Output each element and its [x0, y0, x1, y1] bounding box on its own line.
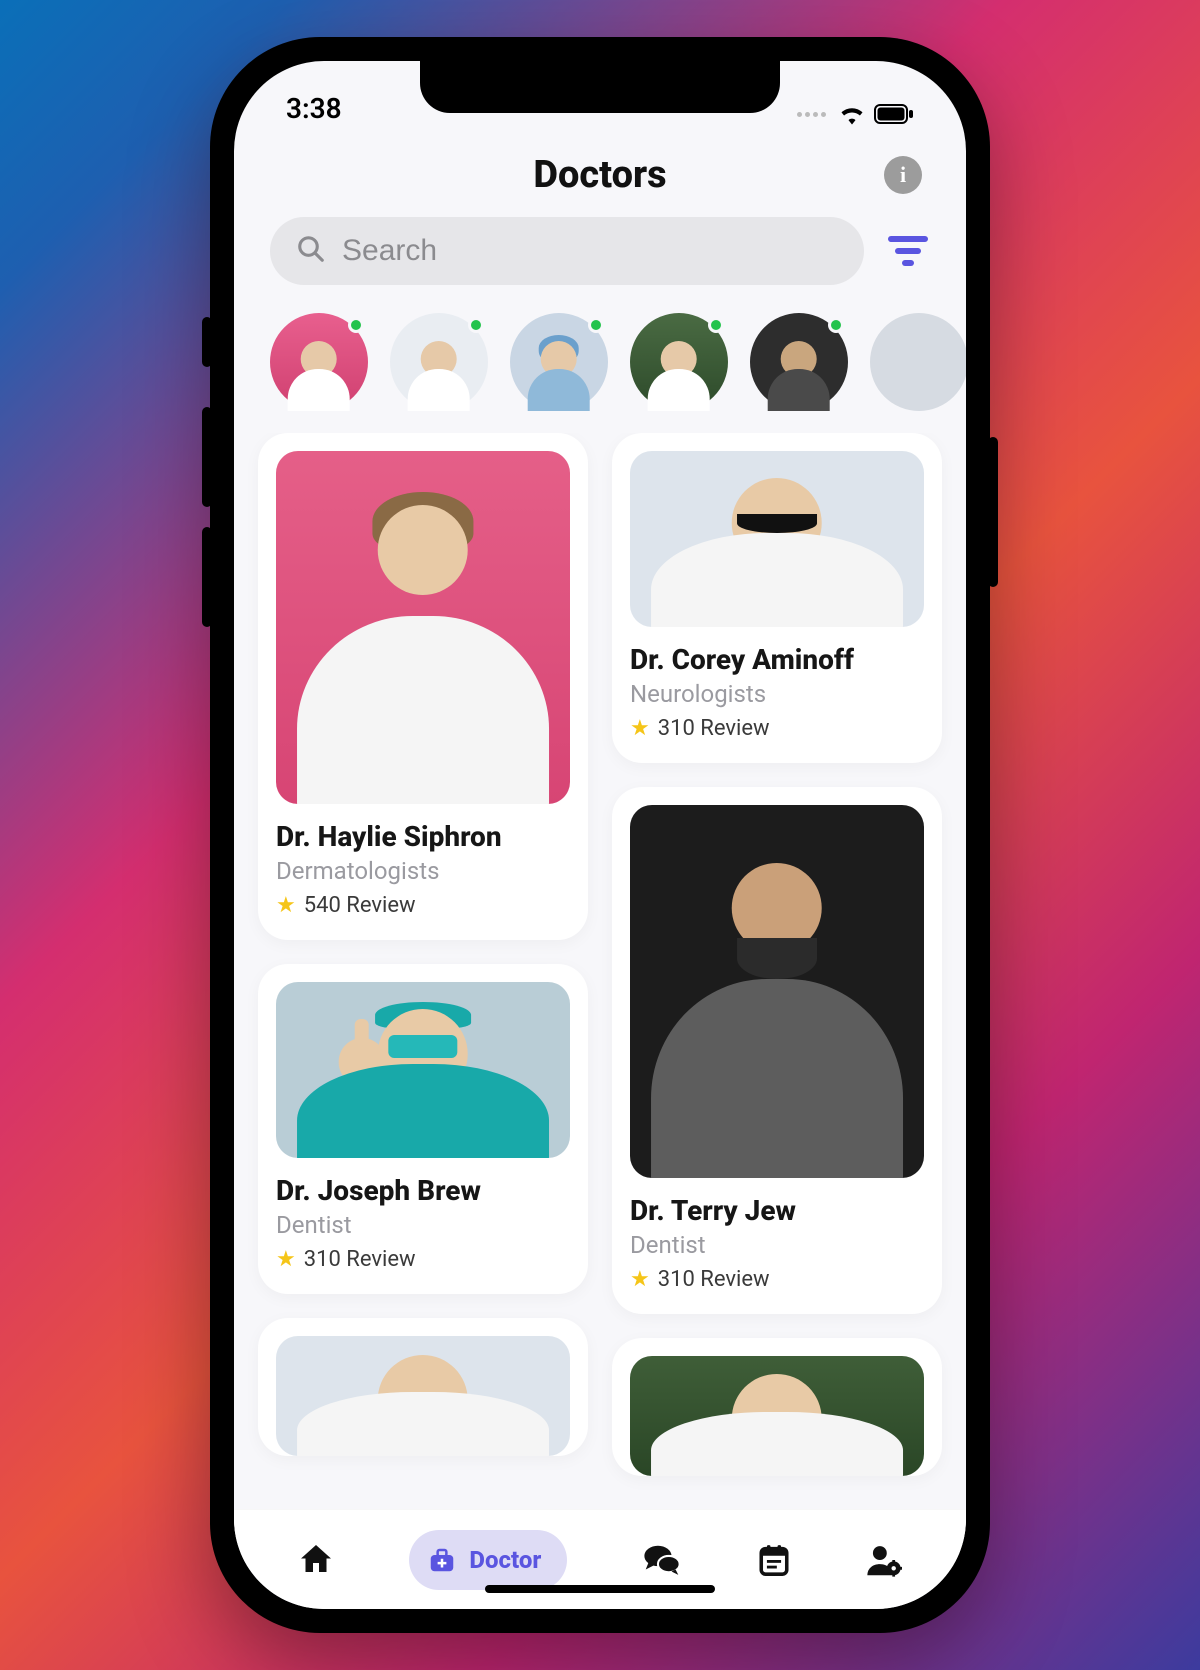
star-icon: ★ — [276, 1247, 296, 1272]
doctor-photo — [630, 805, 924, 1177]
online-doctors-strip[interactable] — [234, 303, 966, 433]
doctor-reviews: ★310 Review — [630, 1267, 924, 1292]
volume-down-button — [202, 527, 212, 627]
page-title: Doctors — [533, 153, 666, 197]
side-button — [202, 317, 212, 367]
status-time: 3:38 — [286, 92, 342, 125]
doctor-reviews: ★310 Review — [630, 716, 924, 741]
phone-frame: 3:38 Doctors i — [210, 37, 990, 1633]
doctor-photo — [276, 1336, 570, 1456]
nav-doctor-label: Doctor — [469, 1546, 541, 1574]
doctor-reviews: ★310 Review — [276, 1247, 570, 1272]
star-icon: ★ — [630, 716, 650, 741]
bottom-nav: Doctor — [234, 1509, 966, 1609]
volume-up-button — [202, 407, 212, 507]
online-dot-icon — [468, 317, 484, 333]
search-icon — [296, 234, 326, 268]
home-icon — [298, 1542, 334, 1578]
story-avatar[interactable] — [870, 313, 966, 411]
status-icons — [797, 103, 914, 125]
nav-home[interactable] — [298, 1542, 334, 1578]
doctor-name: Dr. Haylie Siphron — [276, 820, 570, 853]
doctor-card[interactable]: Dr. Terry Jew Dentist ★310 Review — [612, 787, 942, 1313]
profile-settings-icon — [866, 1543, 902, 1577]
online-dot-icon — [828, 317, 844, 333]
power-button — [988, 437, 998, 587]
notch — [420, 61, 780, 113]
nav-calendar[interactable] — [757, 1543, 791, 1577]
doctor-reviews: ★540 Review — [276, 893, 570, 918]
doctor-card-partial[interactable] — [612, 1338, 942, 1476]
search-row — [234, 211, 966, 303]
wifi-icon — [838, 103, 866, 125]
chat-icon — [643, 1543, 681, 1577]
doctor-card-partial[interactable] — [258, 1318, 588, 1456]
doctor-name: Dr. Corey Aminoff — [630, 643, 924, 676]
doctor-specialty: Dentist — [630, 1231, 924, 1259]
story-avatar[interactable] — [630, 313, 728, 411]
doctor-specialty: Neurologists — [630, 680, 924, 708]
info-button[interactable]: i — [884, 156, 922, 194]
page-header: Doctors i — [234, 131, 966, 211]
doctor-name: Dr. Terry Jew — [630, 1194, 924, 1227]
doctor-card[interactable]: Dr. Joseph Brew Dentist ★310 Review — [258, 964, 588, 1294]
star-icon: ★ — [276, 893, 296, 918]
screen: 3:38 Doctors i — [234, 61, 966, 1609]
medical-bag-icon — [427, 1545, 457, 1575]
star-icon: ★ — [630, 1267, 650, 1292]
cellular-icon — [797, 112, 826, 117]
doctor-photo — [276, 982, 570, 1158]
nav-doctor-active[interactable]: Doctor — [409, 1530, 567, 1590]
doctor-specialty: Dentist — [276, 1211, 570, 1239]
story-avatar[interactable] — [510, 313, 608, 411]
doctor-photo — [630, 451, 924, 627]
doctor-name: Dr. Joseph Brew — [276, 1174, 570, 1207]
home-indicator[interactable] — [485, 1585, 715, 1593]
filter-button[interactable] — [886, 234, 930, 268]
doctor-card[interactable]: Dr. Haylie Siphron Dermatologists ★540 R… — [258, 433, 588, 940]
nav-chat[interactable] — [643, 1543, 681, 1577]
online-dot-icon — [708, 317, 724, 333]
doctor-list[interactable]: Dr. Haylie Siphron Dermatologists ★540 R… — [234, 433, 966, 1509]
nav-profile[interactable] — [866, 1543, 902, 1577]
story-avatar[interactable] — [750, 313, 848, 411]
doctor-specialty: Dermatologists — [276, 857, 570, 885]
doctor-card[interactable]: Dr. Corey Aminoff Neurologists ★310 Revi… — [612, 433, 942, 763]
story-avatar[interactable] — [390, 313, 488, 411]
calendar-icon — [757, 1543, 791, 1577]
battery-icon — [874, 104, 914, 124]
search-input[interactable] — [342, 234, 838, 268]
doctor-photo — [276, 451, 570, 804]
doctor-photo — [630, 1356, 924, 1476]
online-dot-icon — [588, 317, 604, 333]
info-icon: i — [900, 162, 906, 188]
online-dot-icon — [348, 317, 364, 333]
search-field[interactable] — [270, 217, 864, 285]
story-avatar[interactable] — [270, 313, 368, 411]
